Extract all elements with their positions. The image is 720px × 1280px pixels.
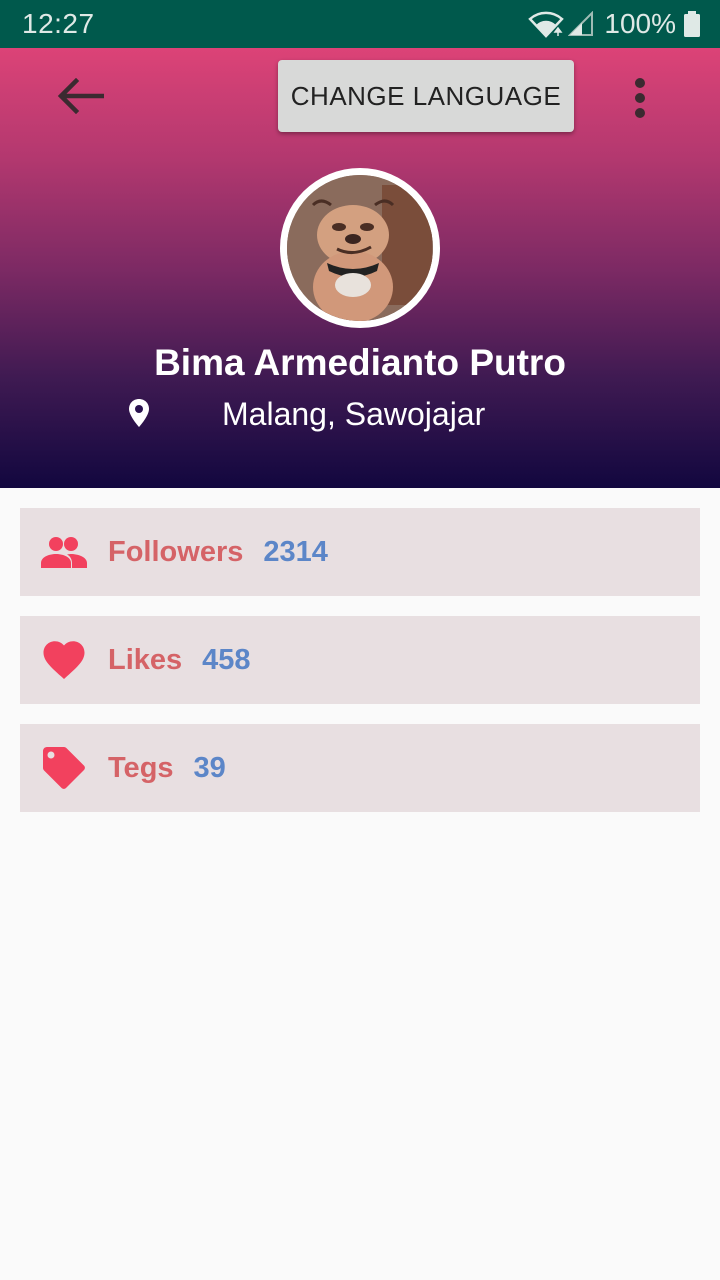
overflow-menu-button[interactable] <box>616 70 664 130</box>
location-row: Malang, Sawojajar <box>0 392 720 436</box>
tags-card[interactable]: Tegs 39 <box>20 724 700 812</box>
status-icons: 100% <box>528 8 700 40</box>
tag-icon <box>40 744 88 792</box>
change-language-button[interactable]: CHANGE LANGUAGE <box>278 60 574 132</box>
avatar-image <box>287 175 433 321</box>
more-vertical-icon <box>634 77 646 124</box>
arrow-left-icon <box>56 77 105 119</box>
likes-value: 458 <box>202 643 251 676</box>
likes-label: Likes <box>108 643 183 676</box>
people-icon <box>40 528 88 576</box>
tags-label: Tegs <box>108 751 174 784</box>
battery-icon <box>684 11 700 37</box>
tags-value: 39 <box>193 751 226 784</box>
status-time: 12:27 <box>22 8 95 39</box>
back-button[interactable] <box>40 68 120 128</box>
followers-card[interactable]: Followers 2314 <box>20 508 700 596</box>
followers-value: 2314 <box>263 535 328 568</box>
likes-card[interactable]: Likes 458 <box>20 616 700 704</box>
location-text: Malang, Sawojajar <box>222 396 486 432</box>
status-bar: 12:27 100% <box>0 0 720 48</box>
map-pin-icon <box>128 398 150 433</box>
followers-label: Followers <box>108 535 244 568</box>
profile-header: CHANGE LANGUAGE Bima Armedianto Putro Ma… <box>0 48 720 488</box>
avatar <box>280 168 440 328</box>
signal-icon <box>568 11 594 37</box>
wifi-icon <box>528 10 565 38</box>
battery-percentage: 100% <box>604 8 676 39</box>
heart-icon <box>40 636 88 684</box>
profile-name: Bima Armedianto Putro <box>154 342 566 383</box>
